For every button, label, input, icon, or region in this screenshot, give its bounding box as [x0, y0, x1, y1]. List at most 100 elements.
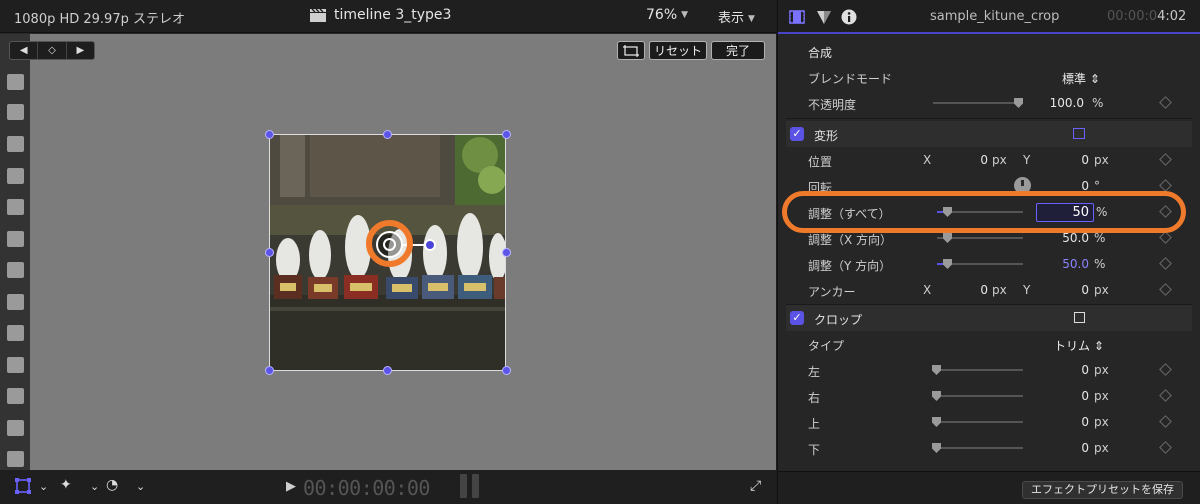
view-menu[interactable]: 表示 ▼ — [718, 7, 755, 26]
crop-top-value[interactable]: 0 — [1041, 415, 1089, 429]
transform-overlay-icon[interactable] — [1073, 128, 1085, 139]
scale-x-value[interactable]: 50.0 — [1041, 231, 1089, 245]
inspector-body: 合成 ブレンドモード 標準 ⇕ 不透明度 100.0 % ✓ 変形 位置 X 0… — [786, 38, 1192, 468]
crop-left-slider-knob[interactable] — [932, 365, 941, 375]
anchor-keyframe-button[interactable] — [1159, 283, 1172, 296]
fullscreen-icon[interactable]: ⤢ — [750, 478, 761, 494]
transform-icon — [15, 478, 31, 494]
video-inspector-icon[interactable] — [789, 9, 805, 25]
crop-bottom-keyframe-button[interactable] — [1159, 441, 1172, 454]
anchor-y-unit: px — [1094, 283, 1109, 297]
crop-right-slider-knob[interactable] — [932, 391, 941, 401]
crop-right-value[interactable]: 0 — [1041, 389, 1089, 403]
opacity-slider-knob[interactable] — [1014, 98, 1023, 108]
clip-name: sample_kitune_crop — [930, 9, 1060, 24]
rotation-keyframe-button[interactable] — [1159, 179, 1172, 192]
crop-enable-checkbox[interactable]: ✓ — [790, 311, 804, 325]
crop-left-value[interactable]: 0 — [1041, 363, 1089, 377]
chevron-down-icon[interactable]: ⌄ — [39, 480, 48, 493]
crop-mode-button[interactable] — [617, 41, 645, 60]
info-icon[interactable] — [841, 9, 857, 25]
crop-left-keyframe-button[interactable] — [1159, 363, 1172, 376]
keyframe-diamond-icon: ◇ — [48, 45, 56, 56]
transform-handle-top[interactable] — [383, 130, 392, 139]
add-keyframe-button[interactable]: ◇ — [38, 42, 67, 59]
chevron-down-icon[interactable]: ⌄ — [90, 480, 99, 493]
crop-top-slider[interactable] — [933, 421, 1023, 423]
crop-bottom-row: 下 0 px — [786, 435, 1192, 461]
anchor-x-value[interactable]: 0 — [946, 283, 988, 297]
scale-y-keyframe-button[interactable] — [1159, 257, 1172, 270]
opacity-value[interactable]: 100.0 — [1026, 96, 1084, 110]
timeline-title-text: timeline 3_type3 — [334, 7, 452, 23]
blend-mode-label: ブレンドモード — [808, 72, 893, 86]
scale-x-keyframe-button[interactable] — [1159, 231, 1172, 244]
reset-button[interactable]: リセット — [649, 41, 707, 60]
rotation-handle[interactable] — [424, 239, 436, 251]
transform-handle-left[interactable] — [265, 248, 274, 257]
crop-type-value: トリム — [1054, 339, 1091, 353]
transform-section-header[interactable]: ✓ 変形 — [786, 121, 1192, 147]
transform-enable-checkbox[interactable]: ✓ — [790, 127, 804, 141]
chevron-left-icon: ◀ — [19, 45, 28, 56]
position-y-value[interactable]: 0 — [1041, 153, 1089, 167]
chevron-right-icon: ▶ — [76, 45, 85, 56]
crop-bottom-slider[interactable] — [933, 447, 1023, 449]
crop-top-slider-knob[interactable] — [932, 417, 941, 427]
zoom-menu[interactable]: 76% ▼ — [646, 7, 688, 23]
color-inspector-icon[interactable] — [816, 9, 832, 25]
magic-wand-icon[interactable]: ✦ — [60, 477, 72, 493]
transform-handle-bottom[interactable] — [383, 366, 392, 375]
film-hole — [7, 168, 24, 184]
play-icon[interactable]: ▶ — [286, 479, 296, 494]
anchor-label: アンカー — [808, 285, 856, 299]
crop-overlay-icon[interactable] — [1074, 312, 1085, 323]
timeline-title: timeline 3_type3 — [310, 7, 451, 23]
crop-bottom-value[interactable]: 0 — [1041, 441, 1089, 455]
crop-type-popup[interactable]: トリム ⇕ — [1054, 337, 1104, 354]
crop-bottom-slider-knob[interactable] — [932, 443, 941, 453]
transform-handle-top-right[interactable] — [502, 130, 511, 139]
transform-handle-bottom-right[interactable] — [502, 366, 511, 375]
crop-right-slider[interactable] — [933, 395, 1023, 397]
filmstrip-border — [0, 34, 30, 470]
speedometer-icon[interactable]: ◔ — [106, 477, 118, 493]
film-hole — [7, 199, 24, 215]
crop-top-keyframe-button[interactable] — [1159, 415, 1172, 428]
viewer-canvas[interactable]: ◀ ◇ ▶ リセット 完了 — [0, 34, 776, 470]
transform-tool-button[interactable] — [14, 477, 32, 499]
opacity-slider[interactable] — [933, 102, 1023, 104]
scale-y-value[interactable]: 50.0 — [1041, 257, 1089, 271]
done-button[interactable]: 完了 — [711, 41, 765, 60]
previous-keyframe-button[interactable]: ◀ — [10, 42, 39, 59]
inspector: sample_kitune_crop 00:00:04:02 合成 ブレンドモー… — [777, 0, 1200, 504]
opacity-keyframe-button[interactable] — [1159, 96, 1172, 109]
anchor-row: アンカー X 0 px Y 0 px — [786, 277, 1192, 303]
transform-handle-bottom-left[interactable] — [265, 366, 274, 375]
crop-right-keyframe-button[interactable] — [1159, 389, 1172, 402]
chevron-down-icon[interactable]: ⌄ — [136, 480, 145, 493]
scale-y-slider-knob[interactable] — [943, 259, 952, 269]
position-keyframe-button[interactable] — [1159, 153, 1172, 166]
keyframe-navigator: ◀ ◇ ▶ — [9, 41, 95, 60]
position-label: 位置 — [808, 155, 833, 169]
crop-left-slider[interactable] — [933, 369, 1023, 371]
transform-handle-right[interactable] — [502, 248, 511, 257]
compositing-title: 合成 — [808, 46, 833, 60]
transform-handle-top-left[interactable] — [265, 130, 274, 139]
position-x-value[interactable]: 0 — [946, 153, 988, 167]
save-effects-preset-button[interactable]: エフェクトプリセットを保存 — [1022, 481, 1183, 499]
anchor-y-value[interactable]: 0 — [1041, 283, 1089, 297]
pause-icon — [460, 474, 482, 498]
blend-mode-popup[interactable]: 標準 ⇕ — [1062, 70, 1100, 87]
stepper-arrows-icon: ⇕ — [1093, 339, 1104, 353]
transform-title: 変形 — [814, 129, 839, 143]
scale-x-slider-knob[interactable] — [943, 233, 952, 243]
duration-dim: 00:00:0 — [1107, 9, 1158, 24]
opacity-label: 不透明度 — [808, 98, 857, 112]
next-keyframe-button[interactable]: ▶ — [67, 42, 94, 59]
crop-section-header[interactable]: ✓ クロップ — [786, 305, 1192, 331]
compositing-section-header[interactable]: 合成 — [786, 38, 1192, 64]
format-label: 1080p HD 29.97p ステレオ — [14, 12, 185, 27]
position-row: 位置 X 0 px Y 0 px — [786, 147, 1192, 173]
